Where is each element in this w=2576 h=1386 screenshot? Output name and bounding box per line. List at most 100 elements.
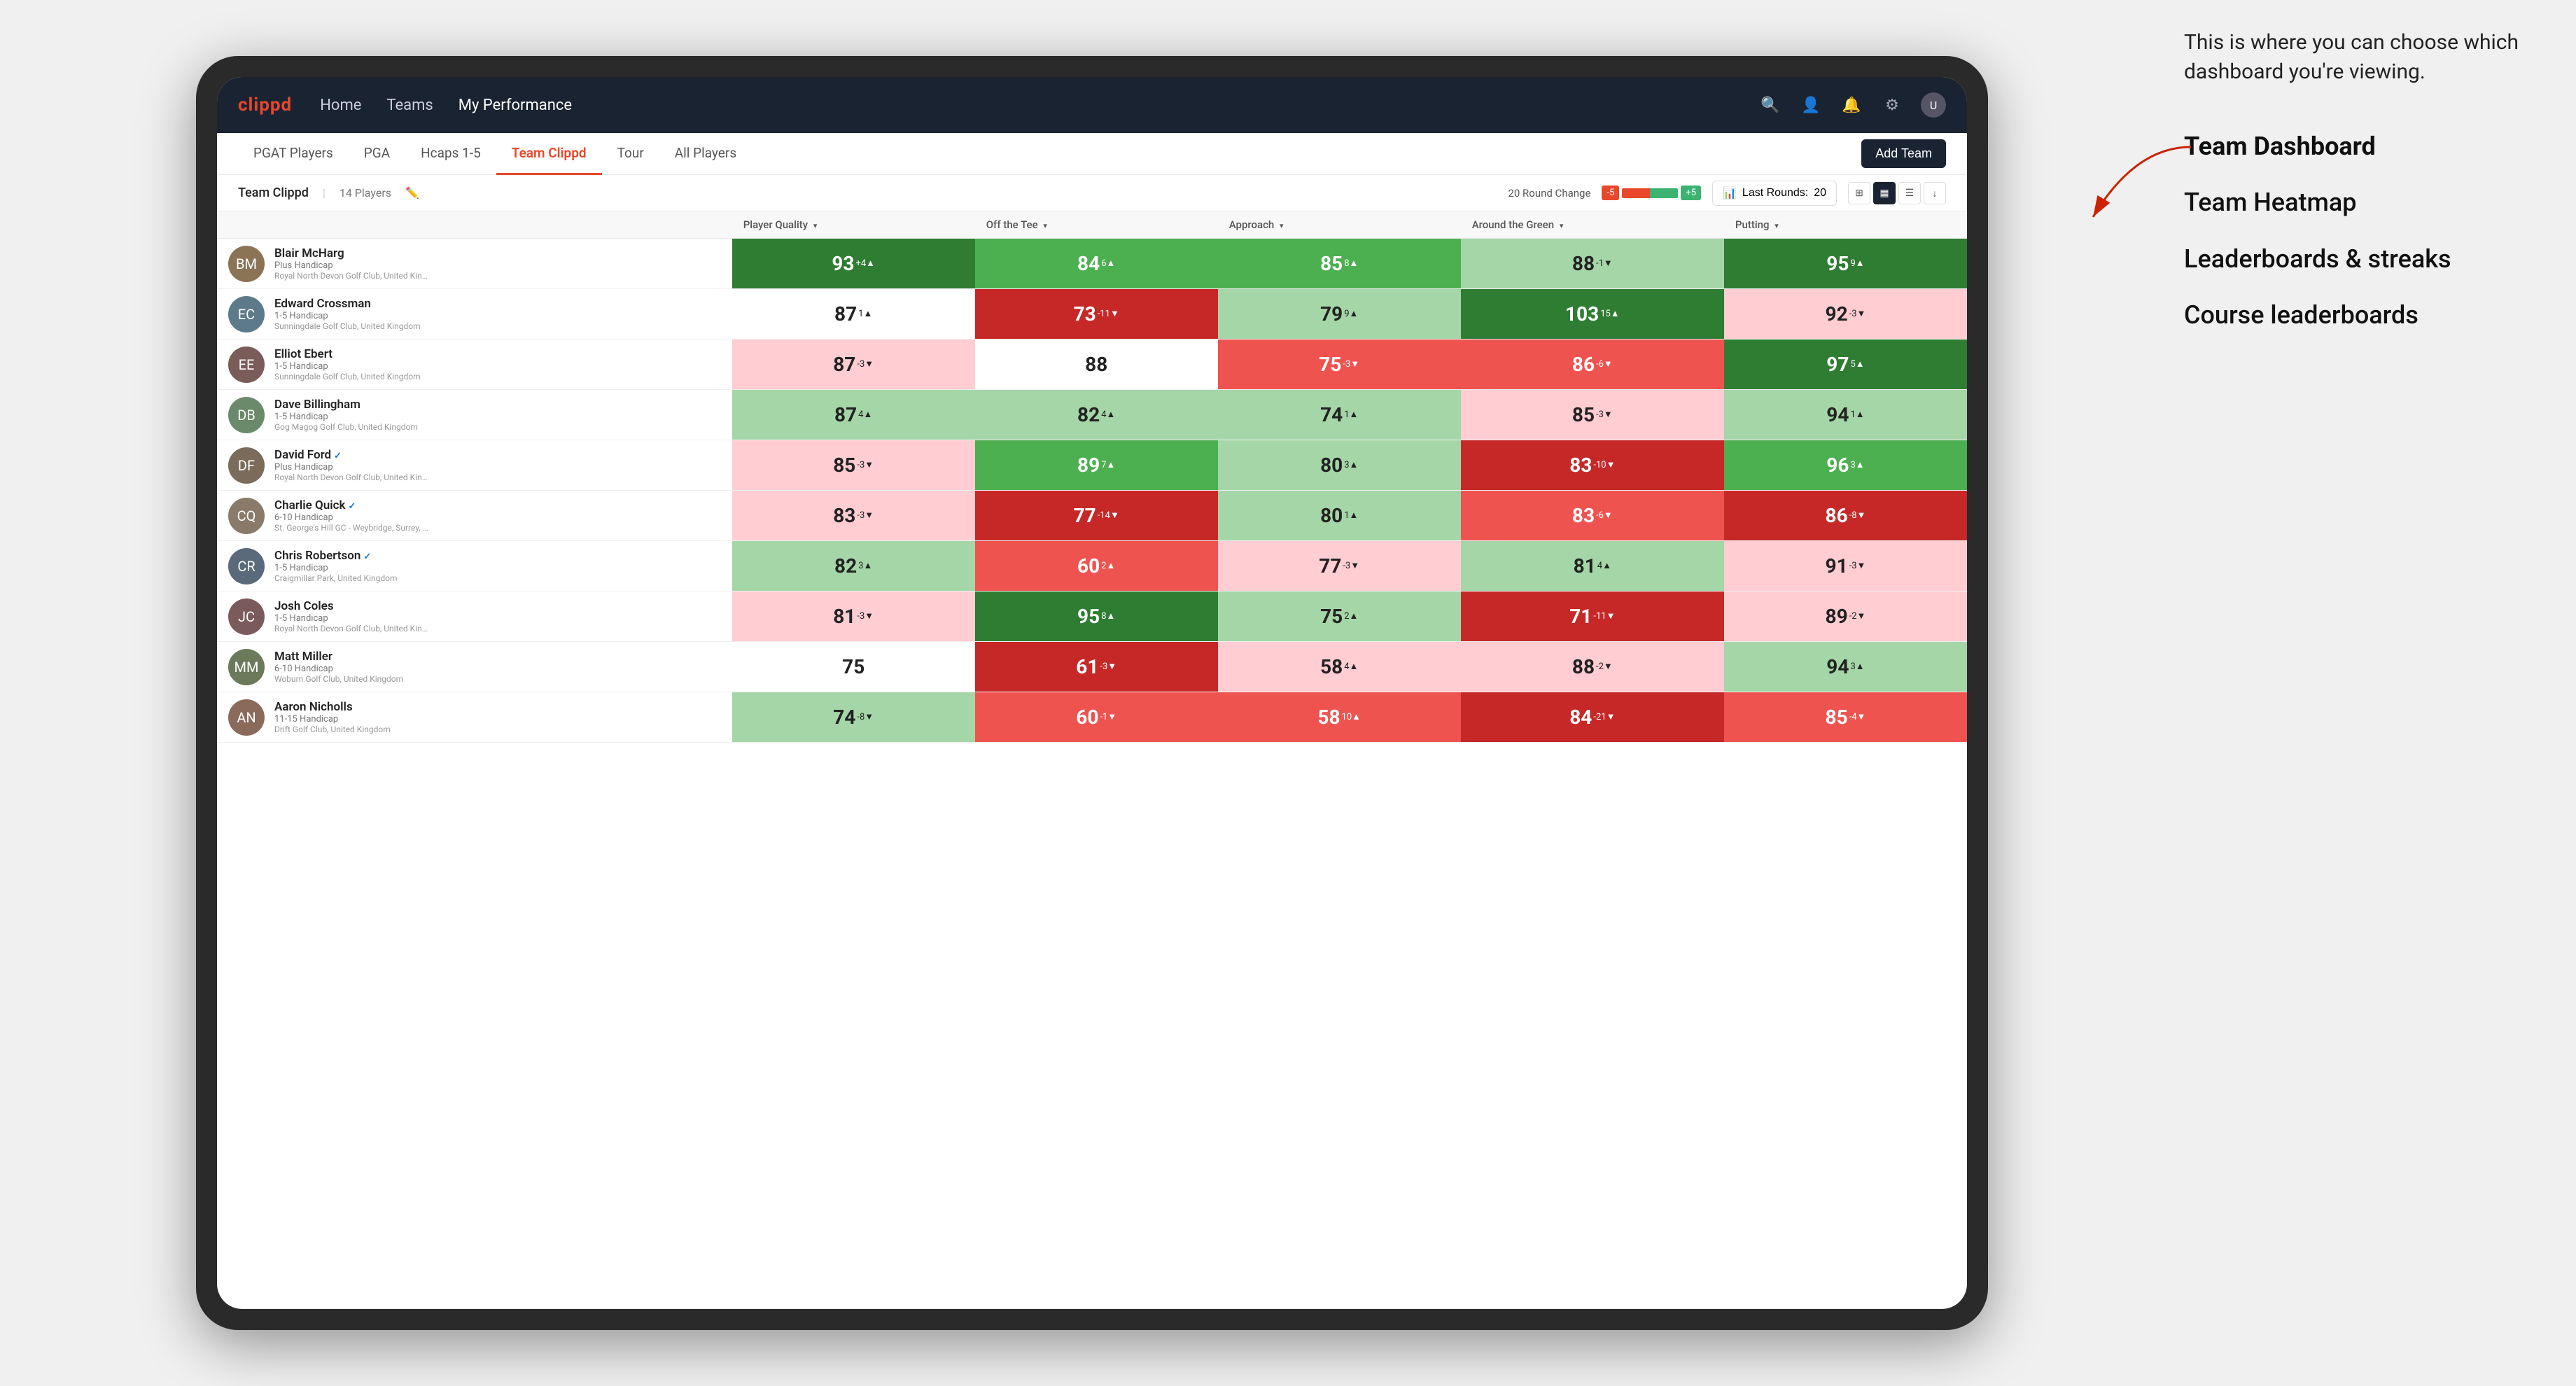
verified-icon: ✓ xyxy=(349,501,356,512)
player-table-container: Player Quality ▾ Off the Tee ▾ Approach … xyxy=(217,211,1967,1309)
table-row[interactable]: JC Josh Coles 1-5 Handicap Royal North D… xyxy=(217,592,1967,642)
score-cell-tee: 61-3▼ xyxy=(975,642,1218,692)
player-handicap: 1-5 Handicap xyxy=(274,412,418,422)
score-cell-quality: 87-3▼ xyxy=(732,340,975,390)
score-cell-around: 83-10▼ xyxy=(1461,440,1724,491)
score-cell-quality: 85-3▼ xyxy=(732,440,975,491)
change-bar-visual xyxy=(1622,188,1678,198)
score-cell-putting: 975▲ xyxy=(1724,340,1967,390)
player-club: Royal North Devon Golf Club, United King… xyxy=(274,472,428,482)
annotation-intro-text: This is where you can choose which dashb… xyxy=(2184,28,2548,87)
annotation-item-2: Team Heatmap xyxy=(2184,185,2548,220)
score-cell-around: 814▲ xyxy=(1461,541,1724,592)
score-cell-quality: 871▲ xyxy=(732,289,975,340)
score-cell-around: 10315▲ xyxy=(1461,289,1724,340)
score-cell-putting: 91-3▼ xyxy=(1724,541,1967,592)
nav-my-performance[interactable]: My Performance xyxy=(458,97,572,114)
tablet-frame: clippd Home Teams My Performance 🔍 👤 🔔 ⚙… xyxy=(196,56,1988,1330)
col-header-quality[interactable]: Player Quality ▾ xyxy=(732,211,975,239)
player-name: David Ford✓ xyxy=(274,448,428,462)
score-cell-quality: 874▲ xyxy=(732,390,975,440)
tab-team-clippd[interactable]: Team Clippd xyxy=(496,133,602,175)
table-row[interactable]: CQ Charlie Quick✓ 6-10 Handicap St. Geor… xyxy=(217,491,1967,541)
col-header-around[interactable]: Around the Green ▾ xyxy=(1461,211,1724,239)
col-header-tee[interactable]: Off the Tee ▾ xyxy=(975,211,1218,239)
score-cell-around: 88-1▼ xyxy=(1461,239,1724,289)
player-club: Craigmillar Park, United Kingdom xyxy=(274,573,398,583)
player-club: Drift Golf Club, United Kingdom xyxy=(274,724,391,734)
score-cell-putting: 85-4▼ xyxy=(1724,692,1967,743)
score-cell-around: 88-2▼ xyxy=(1461,642,1724,692)
annotation-item-4: Course leaderboards xyxy=(2184,298,2548,332)
tab-hcaps[interactable]: Hcaps 1-5 xyxy=(405,133,496,175)
annotation-item-3: Leaderboards & streaks xyxy=(2184,241,2548,276)
col-header-putting[interactable]: Putting ▾ xyxy=(1724,211,1967,239)
search-icon[interactable]: 🔍 xyxy=(1758,93,1782,117)
team-separator: | xyxy=(323,186,326,200)
last-rounds-button[interactable]: 📊 Last Rounds: 20 xyxy=(1712,181,1837,206)
round-change-label: 20 Round Change xyxy=(1508,187,1590,200)
score-cell-approach: 858▲ xyxy=(1218,239,1461,289)
download-button[interactable]: ↓ xyxy=(1924,182,1946,204)
table-row[interactable]: CR Chris Robertson✓ 1-5 Handicap Craigmi… xyxy=(217,541,1967,592)
team-player-count: 14 Players xyxy=(340,186,391,200)
score-cell-approach: 741▲ xyxy=(1218,390,1461,440)
col-header-approach[interactable]: Approach ▾ xyxy=(1218,211,1461,239)
player-cell: EC Edward Crossman 1-5 Handicap Sunningd… xyxy=(217,289,732,340)
tab-tour[interactable]: Tour xyxy=(602,133,659,175)
player-info: Dave Billingham 1-5 Handicap Gog Magog G… xyxy=(274,398,418,432)
table-row[interactable]: DF David Ford✓ Plus Handicap Royal North… xyxy=(217,440,1967,491)
player-handicap: 6-10 Handicap xyxy=(274,664,403,674)
add-team-button[interactable]: Add Team xyxy=(1861,139,1946,168)
score-cell-tee: 846▲ xyxy=(975,239,1218,289)
score-cell-putting: 959▲ xyxy=(1724,239,1967,289)
player-avatar: MM xyxy=(228,649,265,685)
annotation-panel: This is where you can choose which dashb… xyxy=(2184,28,2548,354)
last-rounds-icon: 📊 xyxy=(1723,186,1737,200)
player-avatar: EC xyxy=(228,296,265,332)
player-avatar: AN xyxy=(228,699,265,736)
settings-icon[interactable]: ⚙ xyxy=(1880,93,1904,117)
user-avatar[interactable]: U xyxy=(1921,92,1946,118)
player-handicap: 1-5 Handicap xyxy=(274,361,421,372)
table-row[interactable]: EC Edward Crossman 1-5 Handicap Sunningd… xyxy=(217,289,1967,340)
score-cell-tee: 73-11▼ xyxy=(975,289,1218,340)
score-cell-approach: 75-3▼ xyxy=(1218,340,1461,390)
edit-team-icon[interactable]: ✏️ xyxy=(405,186,419,200)
player-handicap: 6-10 Handicap xyxy=(274,512,428,523)
player-club: Royal North Devon Golf Club, United King… xyxy=(274,271,428,281)
nav-home[interactable]: Home xyxy=(320,97,361,114)
table-row[interactable]: DB Dave Billingham 1-5 Handicap Gog Mago… xyxy=(217,390,1967,440)
player-name: Dave Billingham xyxy=(274,398,418,412)
score-cell-putting: 89-2▼ xyxy=(1724,592,1967,642)
player-handicap: Plus Handicap xyxy=(274,462,428,472)
view-toggle-group: ⊞ ▦ ☰ ↓ xyxy=(1848,182,1946,204)
table-row[interactable]: MM Matt Miller 6-10 Handicap Woburn Golf… xyxy=(217,642,1967,692)
player-club: Royal North Devon Golf Club, United King… xyxy=(274,624,428,634)
table-row[interactable]: EE Elliot Ebert 1-5 Handicap Sunningdale… xyxy=(217,340,1967,390)
change-positive: +5 xyxy=(1681,186,1701,200)
heatmap-view-button[interactable]: ▦ xyxy=(1873,182,1896,204)
team-info-bar: Team Clippd | 14 Players ✏️ 20 Round Cha… xyxy=(217,175,1967,211)
player-avatar: BM xyxy=(228,246,265,282)
grid-view-button[interactable]: ⊞ xyxy=(1848,182,1870,204)
table-row[interactable]: AN Aaron Nicholls 11-15 Handicap Drift G… xyxy=(217,692,1967,743)
score-cell-around: 71-11▼ xyxy=(1461,592,1724,642)
score-cell-putting: 86-8▼ xyxy=(1724,491,1967,541)
tab-all-players[interactable]: All Players xyxy=(659,133,752,175)
tab-pgat-players[interactable]: PGAT Players xyxy=(238,133,349,175)
bell-icon[interactable]: 🔔 xyxy=(1840,93,1863,117)
table-row[interactable]: BM Blair McHarg Plus Handicap Royal Nort… xyxy=(217,239,1967,289)
score-cell-approach: 801▲ xyxy=(1218,491,1461,541)
tab-pga[interactable]: PGA xyxy=(349,133,405,175)
sub-tabs: PGAT Players PGA Hcaps 1-5 Team Clippd T… xyxy=(238,133,1861,175)
score-cell-around: 84-21▼ xyxy=(1461,692,1724,743)
col-header-player xyxy=(217,211,732,239)
player-club: St. George's Hill GC - Weybridge, Surrey… xyxy=(274,523,428,533)
player-info: Blair McHarg Plus Handicap Royal North D… xyxy=(274,246,428,281)
score-cell-tee: 77-14▼ xyxy=(975,491,1218,541)
profile-icon[interactable]: 👤 xyxy=(1799,93,1823,117)
list-view-button[interactable]: ☰ xyxy=(1898,182,1921,204)
annotation-item-1: Team Dashboard xyxy=(2184,129,2548,164)
nav-teams[interactable]: Teams xyxy=(386,97,433,114)
